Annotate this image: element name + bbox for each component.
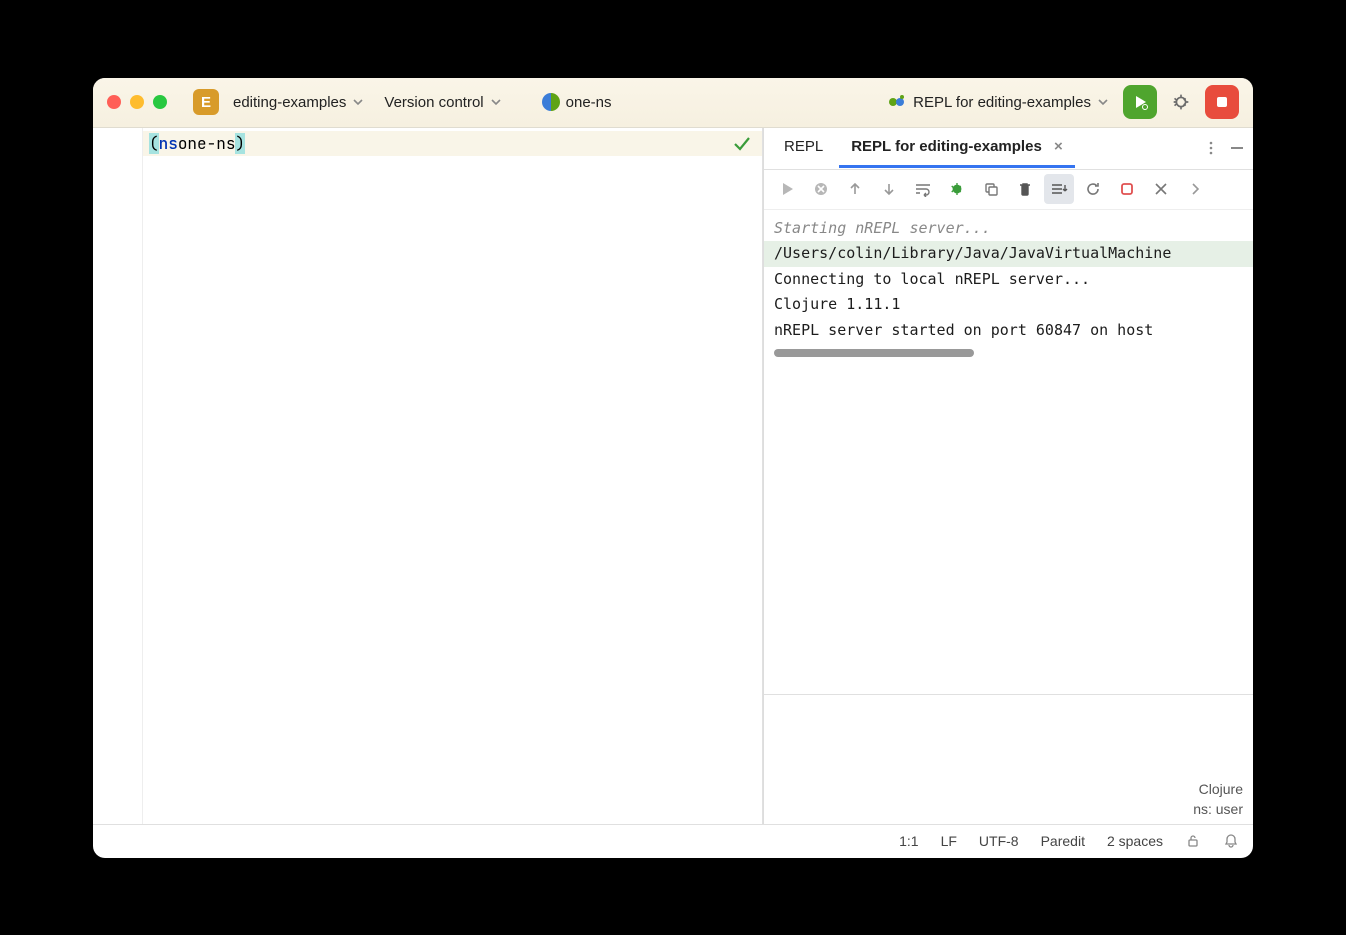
paren-open: ( (149, 133, 159, 154)
repl-line: nREPL server started on port 60847 on ho… (764, 318, 1253, 344)
stop-button[interactable] (1205, 85, 1239, 119)
project-dropdown[interactable]: editing-examples (227, 90, 370, 115)
gutter (93, 128, 143, 824)
run-config-label: REPL for editing-examples (913, 94, 1091, 111)
keyword-ns: ns (159, 133, 178, 154)
repl-toolbar (764, 170, 1253, 210)
cursor-position[interactable]: 1:1 (899, 833, 918, 849)
file-tab-label: one-ns (566, 94, 612, 111)
tab-repl[interactable]: REPL (772, 128, 835, 168)
edit-mode[interactable]: Paredit (1041, 833, 1085, 849)
tabs-extra (1203, 140, 1245, 156)
scroll-to-end-icon[interactable] (1044, 174, 1074, 204)
line-separator[interactable]: LF (941, 833, 957, 849)
trash-icon[interactable] (1010, 174, 1040, 204)
repl-line: Connecting to local nREPL server... (764, 267, 1253, 293)
debug-button[interactable] (1165, 86, 1197, 118)
horizontal-scrollbar[interactable] (774, 349, 1243, 359)
run-tool-icon[interactable] (772, 174, 802, 204)
repl-tabs: REPL REPL for editing-examples × (764, 128, 1253, 170)
repl-config-icon (887, 92, 907, 112)
chevron-down-icon (352, 96, 364, 108)
reload-icon[interactable] (1078, 174, 1108, 204)
wrap-icon[interactable] (908, 174, 938, 204)
stop-session-icon[interactable] (806, 174, 836, 204)
run-button[interactable] (1123, 85, 1157, 119)
code-line-1: (ns one-ns) (143, 131, 762, 156)
ide-window: E editing-examples Version control one-n… (93, 78, 1253, 858)
inspection-ok-icon[interactable] (732, 134, 752, 154)
copy-icon[interactable] (976, 174, 1006, 204)
repl-lang-label: Clojure (1193, 780, 1243, 800)
repl-meta: Clojure ns: user (1193, 780, 1243, 819)
ns-symbol: one-ns (178, 133, 236, 154)
project-badge: E (193, 89, 219, 115)
run-config-dropdown[interactable]: REPL for editing-examples (881, 88, 1115, 116)
arrow-down-icon[interactable] (874, 174, 904, 204)
window-controls (107, 95, 167, 109)
repl-line: Starting nREPL server... (764, 216, 1253, 242)
repl-input[interactable]: Clojure ns: user (764, 694, 1253, 824)
chevron-down-icon (1097, 96, 1109, 108)
editor-pane: (ns one-ns) (93, 128, 763, 824)
vcs-dropdown[interactable]: Version control (378, 90, 507, 115)
statusbar: 1:1 LF UTF-8 Paredit 2 spaces (93, 824, 1253, 858)
repl-ns-label: ns: user (1193, 800, 1243, 820)
bell-icon[interactable] (1223, 833, 1239, 849)
minimize-panel-icon[interactable] (1229, 140, 1245, 156)
close-window-button[interactable] (107, 95, 121, 109)
stop-square-icon[interactable] (1112, 174, 1142, 204)
file-tab[interactable]: one-ns (536, 89, 618, 115)
main-area: (ns one-ns) REPL REPL for editing-exampl… (93, 128, 1253, 824)
scrollbar-thumb[interactable] (774, 349, 974, 357)
clojure-file-icon (542, 93, 560, 111)
zoom-window-button[interactable] (153, 95, 167, 109)
minimize-window-button[interactable] (130, 95, 144, 109)
paren-close: ) (235, 133, 245, 154)
arrow-up-icon[interactable] (840, 174, 870, 204)
repl-line: /Users/colin/Library/Java/JavaVirtualMac… (764, 241, 1253, 267)
repl-output[interactable]: Starting nREPL server... /Users/colin/Li… (764, 210, 1253, 694)
tab-repl-session[interactable]: REPL for editing-examples × (839, 128, 1075, 168)
tab-repl-label: REPL (784, 138, 823, 155)
repl-panel: REPL REPL for editing-examples × (763, 128, 1253, 824)
code-area[interactable]: (ns one-ns) (143, 128, 762, 824)
titlebar: E editing-examples Version control one-n… (93, 78, 1253, 128)
project-name-label: editing-examples (233, 94, 346, 111)
repl-line: Clojure 1.11.1 (764, 292, 1253, 318)
vcs-label: Version control (384, 94, 483, 111)
more-icon[interactable] (1203, 140, 1219, 156)
indent-setting[interactable]: 2 spaces (1107, 833, 1163, 849)
bug-icon[interactable] (942, 174, 972, 204)
encoding[interactable]: UTF-8 (979, 833, 1019, 849)
lock-icon[interactable] (1185, 833, 1201, 849)
close-icon[interactable]: × (1054, 138, 1063, 155)
chevron-down-icon (490, 96, 502, 108)
chevron-right-icon[interactable] (1180, 174, 1210, 204)
tab-repl-session-label: REPL for editing-examples (851, 138, 1042, 155)
x-icon[interactable] (1146, 174, 1176, 204)
